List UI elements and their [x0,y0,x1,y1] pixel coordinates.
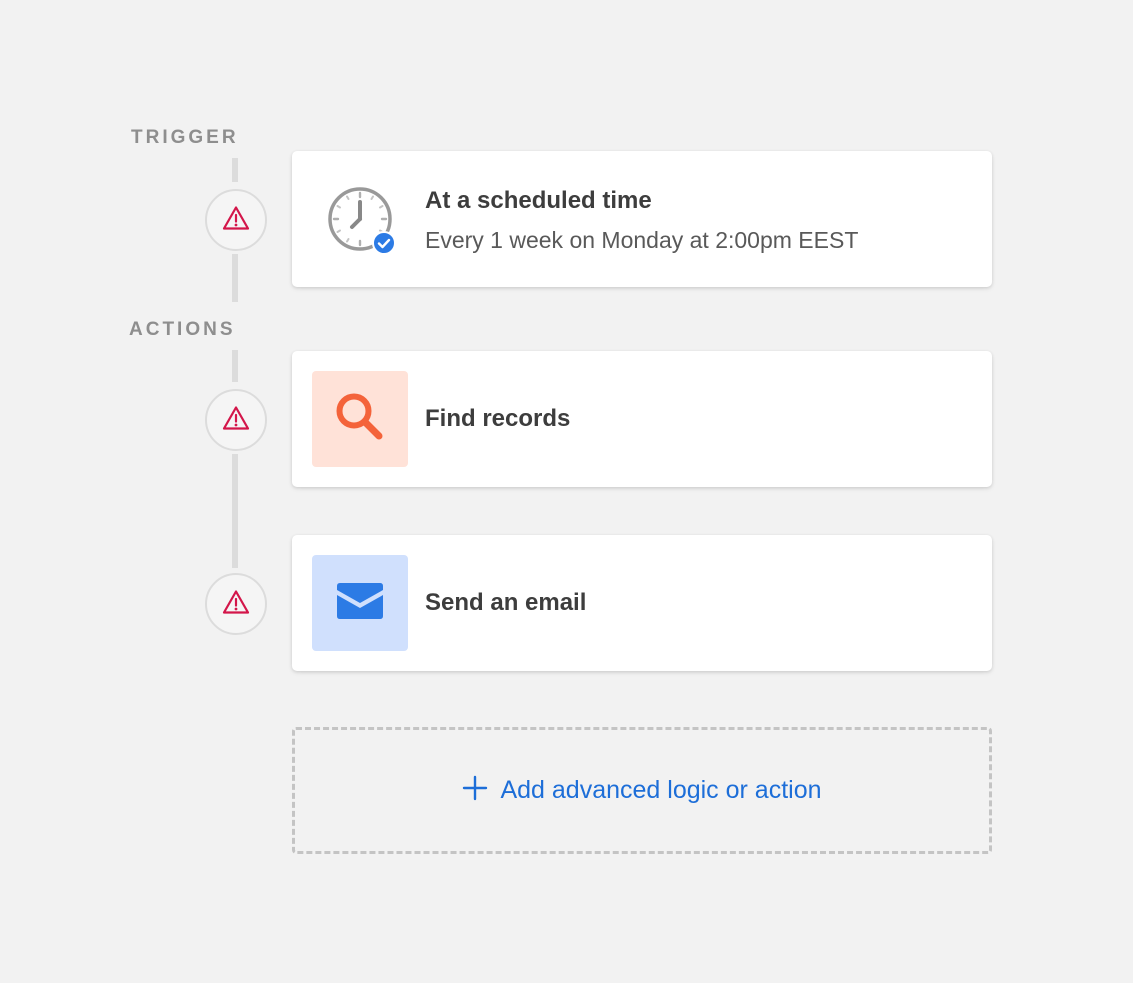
warning-icon [222,589,250,620]
trigger-section-label: TRIGGER [131,127,239,148]
send-email-icon-tile [312,555,408,651]
timeline-rail [232,454,238,568]
trigger-status-indicator[interactable] [205,189,267,251]
check-badge-icon [372,231,396,255]
warning-icon [222,405,250,436]
actions-section-label: ACTIONS [129,319,236,340]
find-records-title: Find records [425,405,571,432]
clock-icon [326,185,396,255]
add-advanced-logic-button[interactable]: Add advanced logic or action [292,727,992,854]
send-email-title: Send an email [425,589,587,616]
plus-icon [462,775,488,806]
find-records-icon-tile [312,371,408,467]
timeline-rail [232,254,238,302]
trigger-icon-tile [312,171,408,267]
timeline-rail [232,350,238,382]
search-icon [332,389,388,450]
add-advanced-logic-label: Add advanced logic or action [500,776,822,804]
envelope-icon [333,581,387,626]
warning-icon [222,205,250,236]
timeline-rail [232,158,238,182]
send-email-status-indicator[interactable] [205,573,267,635]
trigger-subtitle: Every 1 week on Monday at 2:00pm EEST [425,227,859,253]
action-card-send-email[interactable]: Send an email [292,535,992,671]
trigger-card[interactable]: At a scheduled time Every 1 week on Mond… [292,151,992,287]
action-card-find-records[interactable]: Find records [292,351,992,487]
trigger-title: At a scheduled time [425,187,652,214]
find-records-status-indicator[interactable] [205,389,267,451]
